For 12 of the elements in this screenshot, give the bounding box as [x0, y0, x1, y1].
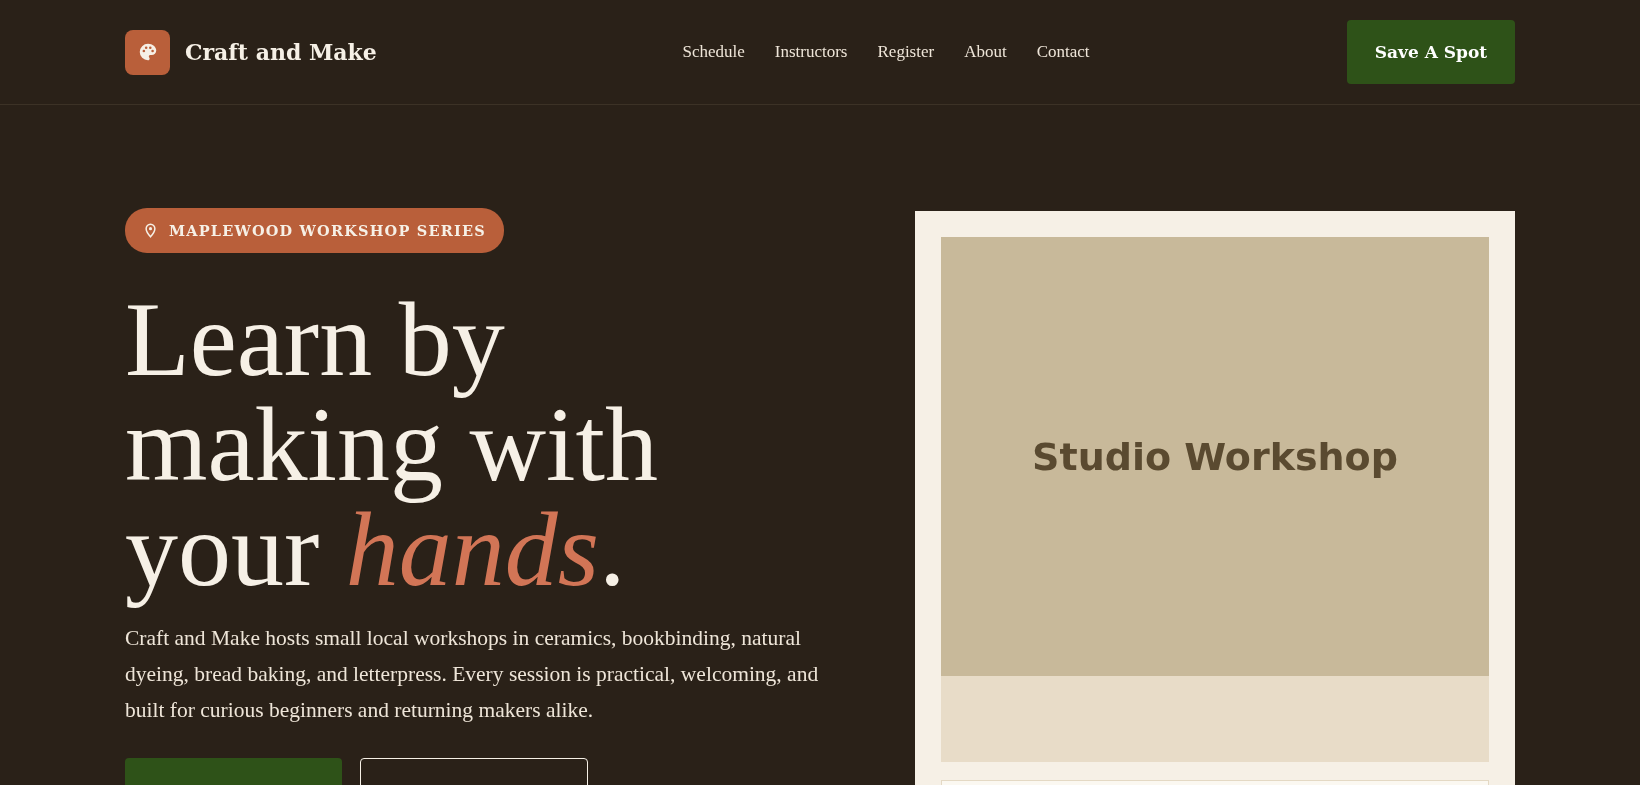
nav-link[interactable]: About	[964, 42, 1007, 62]
placeholder-label: Studio Workshop	[1032, 434, 1398, 479]
nav-link[interactable]: Contact	[1036, 42, 1090, 62]
location-pin-icon	[143, 223, 158, 238]
save-spot-button[interactable]: Save A Spot	[1347, 20, 1515, 84]
palette-icon	[125, 29, 170, 75]
nav-link[interactable]: Register	[877, 42, 935, 62]
intro-paragraph: Craft and Make hosts small local workshops in ceramics, bookbinding, natural dyeing, bread baking, and letterpress. Every session is practical, welcoming, and built for curious beginners and returning makers alike.	[125, 625, 820, 724]
brand-name: Craft and Make	[185, 39, 377, 65]
badge-label: MAPLEWOOD WORKSHOP SERIES	[169, 222, 486, 239]
nav-link[interactable]: Schedule	[682, 42, 745, 62]
nav-link[interactable]: Instructors	[774, 42, 848, 62]
